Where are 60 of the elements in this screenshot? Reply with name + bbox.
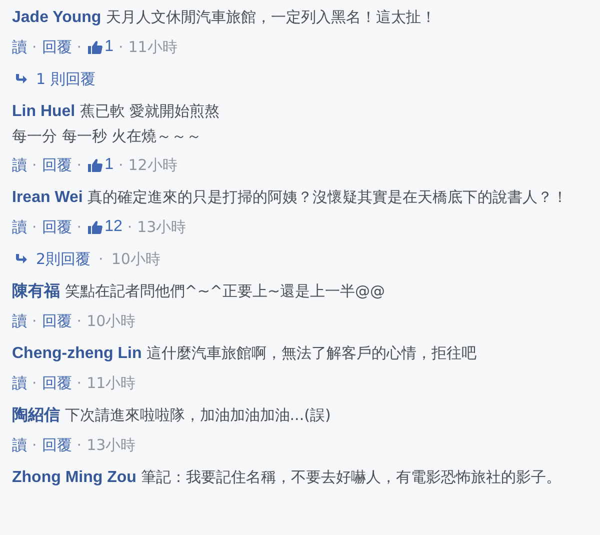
author-name[interactable]: Zhong Ming Zou	[12, 469, 136, 486]
timestamp[interactable]: 13小時	[137, 218, 186, 236]
separator-dot: ·	[118, 38, 124, 56]
author-name[interactable]: Jade Young	[12, 9, 102, 26]
comment-text: 真的確定進來的只是打掃的阿姨？沒懷疑其實是在天橋底下的說書人？！	[88, 188, 568, 206]
separator-dot: ·	[76, 374, 82, 392]
comment-text: 這什麼汽車旅館啊，無法了解客戶的心情，拒往吧	[146, 344, 477, 362]
action-link[interactable]: 回覆	[42, 38, 72, 56]
like-count[interactable]: 12	[104, 218, 122, 236]
thumbs-up-icon	[86, 219, 103, 235]
timestamp[interactable]: 12小時	[128, 156, 178, 174]
action-link[interactable]: 回覆	[42, 436, 72, 454]
reply-arrow-icon	[14, 253, 28, 265]
like-count[interactable]: 1	[104, 156, 114, 174]
reply-arrow-icon	[14, 73, 28, 85]
separator-dot: ·	[32, 38, 37, 56]
timestamp[interactable]: 11小時	[128, 38, 178, 56]
action-link[interactable]: 讀	[12, 38, 27, 56]
author-name[interactable]: Cheng-zheng Lin	[12, 345, 142, 362]
author-name[interactable]: Lin Huel	[12, 103, 76, 120]
separator-dot: ·	[127, 218, 132, 236]
separator-dot: ·	[32, 436, 37, 454]
separator-dot: ·	[98, 250, 104, 268]
comment-text: 天月人文休閒汽車旅館，一定列入黑名！這太扯！	[106, 8, 436, 26]
comment-text: 每一分 每一秒 火在燒～～～	[12, 127, 202, 145]
timestamp[interactable]: 13小時	[86, 436, 136, 454]
comment-text: 下次請進來啦啦隊，加油加油加油...(誤)	[64, 406, 331, 424]
action-link[interactable]: 讀	[12, 156, 27, 174]
action-link[interactable]: 讀	[12, 218, 27, 236]
separator-dot: ·	[32, 312, 37, 330]
replies-link[interactable]: 1 則回覆	[36, 70, 96, 88]
separator-dot: ·	[118, 156, 124, 174]
separator-dot: ·	[76, 156, 82, 174]
action-link[interactable]: 回覆	[42, 312, 72, 330]
action-link[interactable]: 讀	[12, 436, 27, 454]
separator-dot: ·	[32, 218, 37, 236]
separator-dot: ·	[76, 312, 82, 330]
separator-dot: ·	[76, 218, 82, 236]
like-count[interactable]: 1	[104, 38, 114, 56]
separator-dot: ·	[32, 374, 37, 392]
action-link[interactable]: 讀	[12, 312, 27, 330]
timestamp[interactable]: 10小時	[86, 312, 136, 330]
action-link[interactable]: 回覆	[42, 218, 72, 236]
replies-link[interactable]: 2則回覆	[36, 250, 91, 268]
thumbs-up-icon	[86, 39, 103, 55]
comment-text: 蕉已軟 愛就開始煎熬	[80, 102, 220, 120]
comment-text: 笑點在記者問他們^~^正要上~還是上一半@@	[64, 282, 386, 300]
timestamp[interactable]: 11小時	[86, 374, 136, 392]
separator-dot: ·	[76, 436, 82, 454]
author-name[interactable]: Irean Wei	[12, 189, 83, 206]
author-name[interactable]: 陳有福	[12, 283, 60, 300]
action-link[interactable]: 回覆	[42, 374, 72, 392]
author-name[interactable]: 陶紹信	[12, 407, 60, 424]
separator-dot: ·	[32, 156, 37, 174]
action-link[interactable]: 讀	[12, 374, 27, 392]
thumbs-up-icon	[86, 157, 103, 173]
separator-dot: ·	[76, 38, 82, 56]
comment-text: 筆記：我要記住名稱，不要去好嚇人，有電影恐怖旅社的影子。	[141, 468, 562, 486]
timestamp[interactable]: 10小時	[111, 250, 160, 268]
action-link[interactable]: 回覆	[42, 156, 72, 174]
